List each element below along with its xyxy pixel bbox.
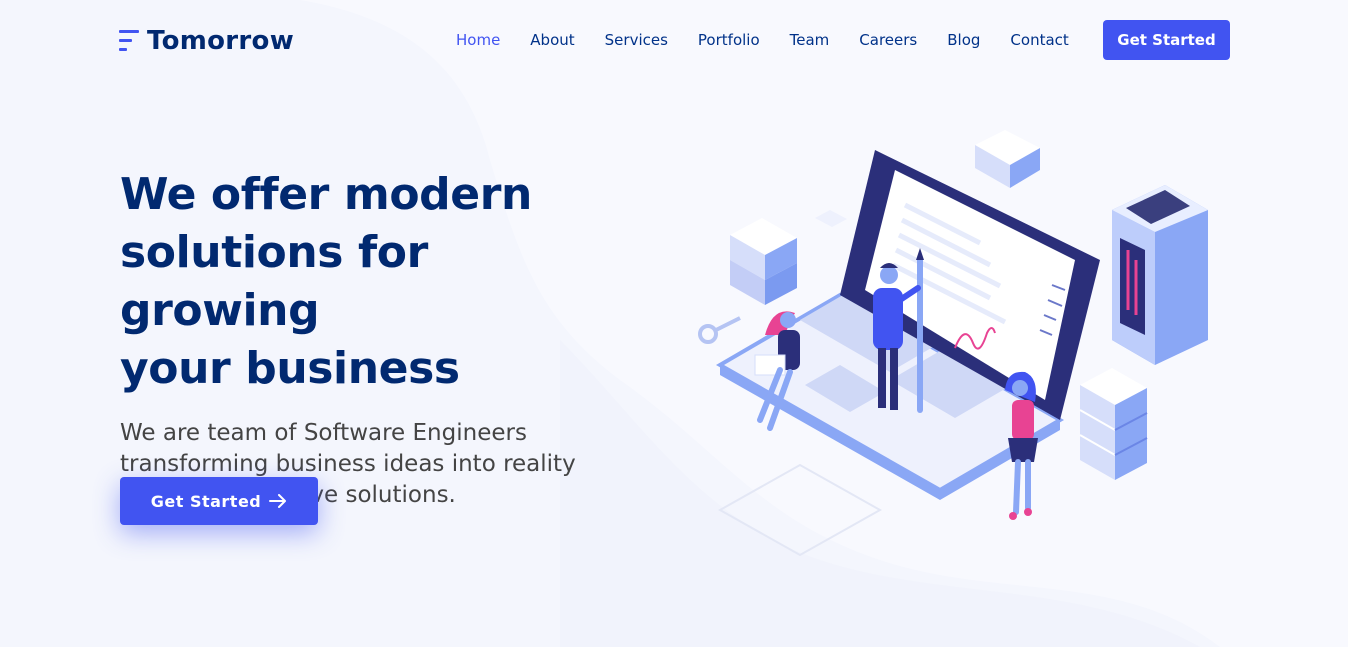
hero-cta-label: Get Started <box>150 491 262 511</box>
hero-get-started-button[interactable]: Get Started <box>120 477 318 525</box>
logo-text: Tomorrow <box>147 26 295 56</box>
nav-contact[interactable]: Contact <box>995 31 1083 49</box>
logo-bars-icon <box>119 28 139 54</box>
nav-portfolio[interactable]: Portfolio <box>683 31 775 49</box>
nav-team[interactable]: Team <box>775 31 845 49</box>
hero-section: We offer modern solutions for growing yo… <box>120 166 640 511</box>
site-header: Tomorrow Home About Services Portfolio T… <box>0 0 1348 80</box>
main-nav: Home About Services Portfolio Team Caree… <box>441 20 1084 60</box>
get-started-button[interactable]: Get Started <box>1103 20 1230 60</box>
hero-subtitle-line: We are team of Software Engineers <box>120 420 527 446</box>
nav-services[interactable]: Services <box>590 31 683 49</box>
hero-title-line: solutions for growing <box>120 227 428 336</box>
hero-title-line: your business <box>120 343 460 394</box>
hero-subtitle-line: transforming business ideas into reality <box>120 451 576 477</box>
nav-blog[interactable]: Blog <box>932 31 995 49</box>
isometric-laptop-team-illustration <box>698 130 1208 557</box>
hero-title-line: We offer modern <box>120 169 532 220</box>
logo[interactable]: Tomorrow <box>119 24 294 58</box>
nav-careers[interactable]: Careers <box>844 31 932 49</box>
nav-about[interactable]: About <box>515 31 589 49</box>
arrow-right-icon <box>269 494 287 508</box>
nav-home[interactable]: Home <box>441 31 515 49</box>
hero-title: We offer modern solutions for growing yo… <box>120 166 640 398</box>
